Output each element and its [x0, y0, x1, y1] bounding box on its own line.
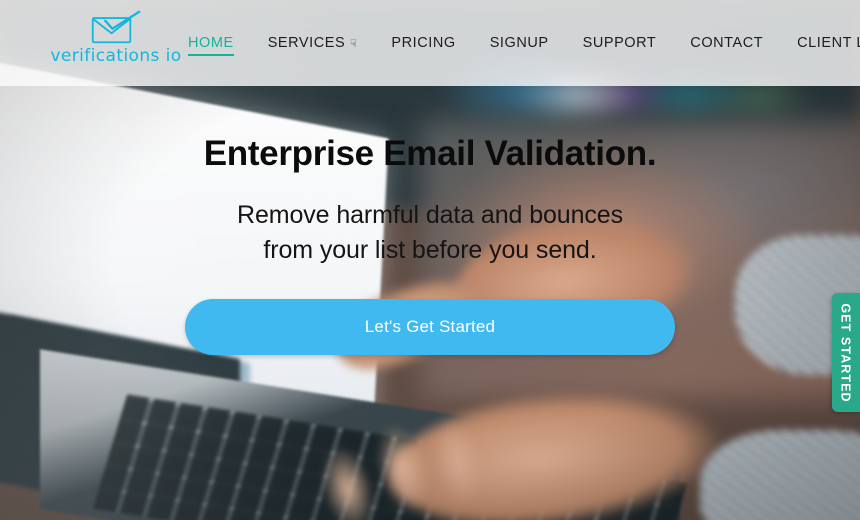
get-started-side-tab-label: GET STARTED	[839, 302, 853, 403]
nav-item-pricing[interactable]: PRICING	[374, 0, 472, 86]
get-started-side-tab[interactable]: GET STARTED	[832, 293, 860, 412]
nav-label-signup: SIGNUP	[489, 35, 549, 51]
nav-label-support: SUPPORT	[582, 35, 657, 51]
main-navigation: HOME SERVICES ☟ PRICING SIGNUP SUPPORT C…	[188, 0, 860, 86]
brand-logo[interactable]: verifications io	[36, 10, 196, 82]
site-header: verifications io HOME SERVICES ☟ PRICING…	[0, 0, 860, 86]
nav-item-services[interactable]: SERVICES ☟	[251, 0, 375, 86]
landing-page: verifications io HOME SERVICES ☟ PRICING…	[0, 0, 860, 520]
hero-subtitle-line-1: Remove harmful data and bounces	[236, 201, 624, 230]
nav-item-signup[interactable]: SIGNUP	[473, 0, 566, 86]
hero-subtitle-line-2: from your list before you send.	[263, 235, 597, 264]
envelope-check-icon	[91, 10, 141, 44]
nav-label-home: HOME	[188, 35, 234, 51]
nav-label-services: SERVICES	[267, 35, 346, 51]
nav-item-client-login[interactable]: CLIENT LOGIN	[780, 0, 860, 86]
nav-label-client-login: CLIENT LOGIN	[797, 35, 860, 51]
hero-subtitle: Remove harmful data and bounces from you…	[237, 198, 623, 267]
nav-label-pricing: PRICING	[391, 35, 456, 51]
nav-item-contact[interactable]: CONTACT	[673, 0, 780, 86]
page-title: Enterprise Email Validation.	[203, 134, 657, 173]
chevron-double-down-icon: ☟	[350, 37, 358, 50]
nav-item-home[interactable]: HOME	[188, 0, 251, 86]
get-started-button[interactable]: Let's Get Started	[185, 299, 675, 356]
brand-wordmark: verifications io	[50, 46, 182, 66]
hero-section: Enterprise Email Validation. Remove harm…	[0, 86, 860, 520]
nav-item-support[interactable]: SUPPORT	[566, 0, 674, 86]
nav-label-contact: CONTACT	[690, 35, 764, 51]
